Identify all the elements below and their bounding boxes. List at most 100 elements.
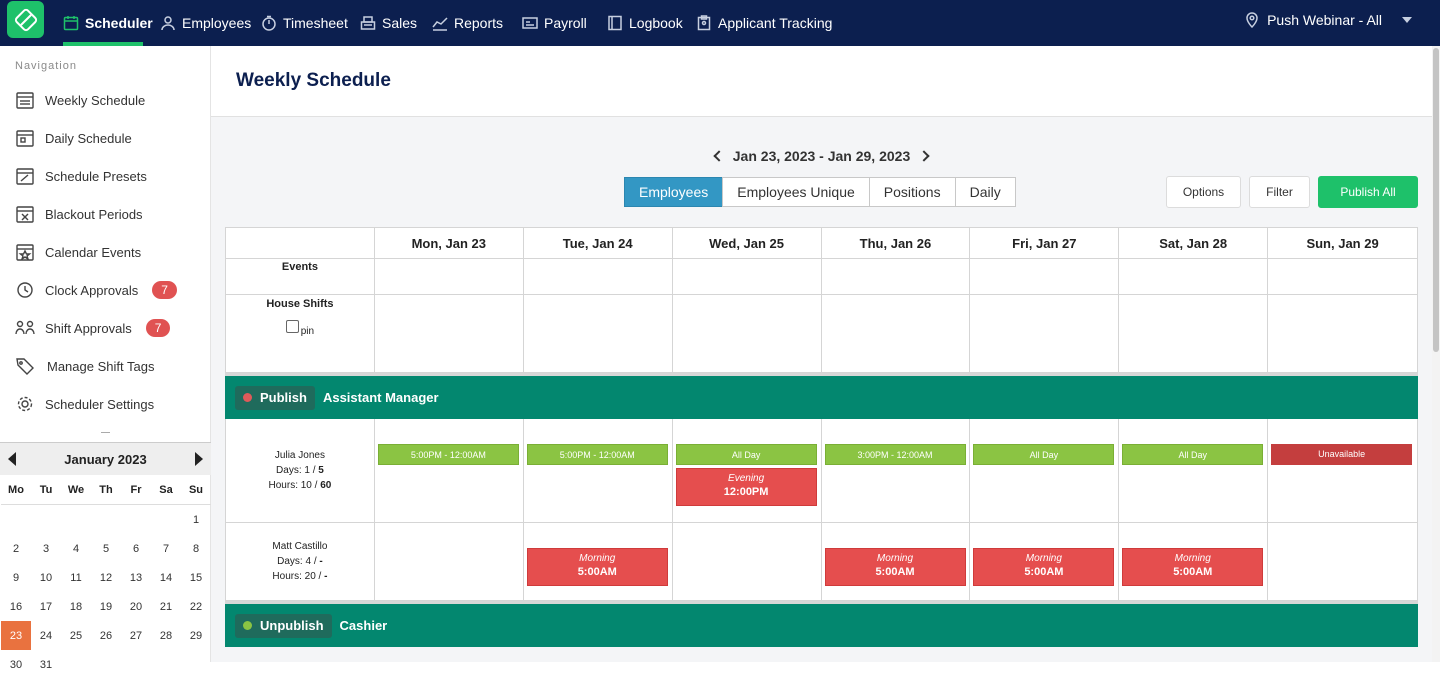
calendar-day[interactable]: 25	[61, 621, 91, 650]
nav-sales[interactable]: Sales	[360, 0, 417, 46]
calendar-day[interactable]: 11	[61, 563, 91, 592]
sidebar-item-schedule-presets[interactable]: Schedule Presets	[15, 162, 147, 190]
day-cell[interactable]: Morning 5:00AM	[822, 523, 971, 600]
day-cell[interactable]: Unavailable	[1268, 419, 1417, 522]
calendar-day[interactable]: 17	[31, 592, 61, 621]
shift-block[interactable]: Morning 5:00AM	[973, 548, 1115, 586]
calendar-day[interactable]: 31	[31, 650, 61, 679]
house-shift-cell[interactable]	[1119, 295, 1269, 372]
tab-positions[interactable]: Positions	[868, 177, 956, 207]
next-week-icon[interactable]	[918, 150, 930, 162]
sidebar-item-shift-approvals[interactable]: Shift Approvals 7	[15, 314, 171, 342]
availability-block[interactable]: 5:00PM - 12:00AM	[377, 444, 519, 465]
calendar-day[interactable]: 15	[181, 563, 211, 592]
nav-applicant-tracking[interactable]: Applicant Tracking	[696, 0, 832, 46]
calendar-day[interactable]: 23	[1, 621, 31, 650]
publish-button[interactable]: Publish	[235, 385, 315, 410]
event-cell[interactable]	[524, 259, 673, 294]
calendar-day[interactable]: 4	[61, 534, 91, 563]
calendar-day[interactable]: 1	[181, 505, 211, 534]
location-selector[interactable]: Push Webinar - All	[1245, 0, 1412, 40]
event-cell[interactable]	[375, 259, 524, 294]
calendar-day[interactable]: 28	[151, 621, 181, 650]
calendar-day[interactable]: 16	[1, 592, 31, 621]
next-month-icon[interactable]	[195, 452, 203, 466]
nav-payroll[interactable]: Payroll	[522, 0, 587, 46]
availability-block[interactable]: 5:00PM - 12:00AM	[526, 444, 668, 465]
calendar-day[interactable]: 18	[61, 592, 91, 621]
house-shift-cell[interactable]	[822, 295, 971, 372]
sidebar-item-calendar-events[interactable]: Calendar Events	[15, 238, 141, 266]
house-shift-cell[interactable]	[375, 295, 524, 372]
event-cell[interactable]	[970, 259, 1120, 294]
availability-block[interactable]: All Day	[1122, 444, 1264, 465]
day-cell[interactable]: All Day	[970, 419, 1120, 522]
nav-logbook[interactable]: Logbook	[607, 0, 683, 46]
prev-month-icon[interactable]	[8, 452, 16, 466]
scrollbar-thumb[interactable]	[1433, 48, 1439, 352]
house-shift-cell[interactable]	[1268, 295, 1417, 372]
filter-button[interactable]: Filter	[1249, 176, 1310, 208]
employee-name[interactable]: Matt Castillo	[226, 539, 374, 554]
event-cell[interactable]	[673, 259, 822, 294]
day-cell[interactable]: 3:00PM - 12:00AM	[822, 419, 971, 522]
publish-all-button[interactable]: Publish All	[1318, 176, 1418, 208]
day-cell[interactable]: Morning 5:00AM	[1119, 523, 1269, 600]
employee-name[interactable]: Julia Jones	[226, 448, 374, 463]
sidebar-item-weekly-schedule[interactable]: Weekly Schedule	[15, 86, 145, 114]
sidebar-item-manage-shift-tags[interactable]: Manage Shift Tags	[15, 352, 154, 380]
unpublish-button[interactable]: Unpublish	[235, 613, 332, 638]
calendar-day[interactable]: 10	[31, 563, 61, 592]
calendar-day[interactable]: 29	[181, 621, 211, 650]
house-shift-cell[interactable]	[524, 295, 673, 372]
calendar-day[interactable]: 22	[181, 592, 211, 621]
tab-daily[interactable]: Daily	[954, 177, 1016, 207]
calendar-day[interactable]: 13	[121, 563, 151, 592]
calendar-day[interactable]: 7	[151, 534, 181, 563]
availability-block[interactable]: All Day	[675, 444, 817, 465]
tab-employees-unique[interactable]: Employees Unique	[722, 177, 870, 207]
nav-timesheet[interactable]: Timesheet	[261, 0, 348, 46]
unavailable-block[interactable]: Unavailable	[1271, 444, 1413, 465]
calendar-day[interactable]: 27	[121, 621, 151, 650]
availability-block[interactable]: All Day	[973, 444, 1115, 465]
nav-scheduler[interactable]: Scheduler	[63, 0, 153, 46]
shift-block[interactable]: Morning 5:00AM	[526, 548, 668, 586]
calendar-day[interactable]: 5	[91, 534, 121, 563]
shift-block[interactable]: Morning 5:00AM	[824, 548, 966, 586]
day-cell[interactable]	[375, 523, 524, 600]
tab-employees[interactable]: Employees	[624, 177, 724, 207]
calendar-day[interactable]: 26	[91, 621, 121, 650]
day-cell[interactable]: All Day Evening 12:00PM	[673, 419, 822, 522]
day-cell[interactable]	[673, 523, 822, 600]
calendar-day[interactable]: 2	[1, 534, 31, 563]
calendar-day[interactable]: 30	[1, 650, 31, 679]
availability-block[interactable]: 3:00PM - 12:00AM	[824, 444, 966, 465]
event-cell[interactable]	[1268, 259, 1417, 294]
event-cell[interactable]	[822, 259, 971, 294]
sidebar-item-daily-schedule[interactable]: Daily Schedule	[15, 124, 132, 152]
sidebar-item-blackout-periods[interactable]: Blackout Periods	[15, 200, 143, 228]
calendar-day[interactable]: 14	[151, 563, 181, 592]
pin-checkbox[interactable]	[285, 320, 299, 333]
calendar-day[interactable]: 6	[121, 534, 151, 563]
calendar-day[interactable]: 8	[181, 534, 211, 563]
options-button[interactable]: Options	[1166, 176, 1241, 208]
shift-block[interactable]: Evening 12:00PM	[675, 468, 817, 506]
house-shift-cell[interactable]	[970, 295, 1120, 372]
nav-reports[interactable]: Reports	[432, 0, 503, 46]
day-cell[interactable]: 5:00PM - 12:00AM	[375, 419, 524, 522]
app-logo[interactable]	[7, 1, 44, 38]
day-cell[interactable]	[1268, 523, 1417, 600]
calendar-day[interactable]: 12	[91, 563, 121, 592]
calendar-day[interactable]: 19	[91, 592, 121, 621]
day-cell[interactable]: Morning 5:00AM	[970, 523, 1120, 600]
shift-block[interactable]: Morning 5:00AM	[1122, 548, 1264, 586]
calendar-day[interactable]: 9	[1, 563, 31, 592]
sidebar-item-clock-approvals[interactable]: Clock Approvals 7	[15, 276, 177, 304]
day-cell[interactable]: Morning 5:00AM	[524, 523, 673, 600]
calendar-day[interactable]: 24	[31, 621, 61, 650]
sidebar-item-scheduler-settings[interactable]: Scheduler Settings	[15, 390, 154, 418]
day-cell[interactable]: All Day	[1119, 419, 1269, 522]
prev-week-icon[interactable]	[713, 150, 725, 162]
